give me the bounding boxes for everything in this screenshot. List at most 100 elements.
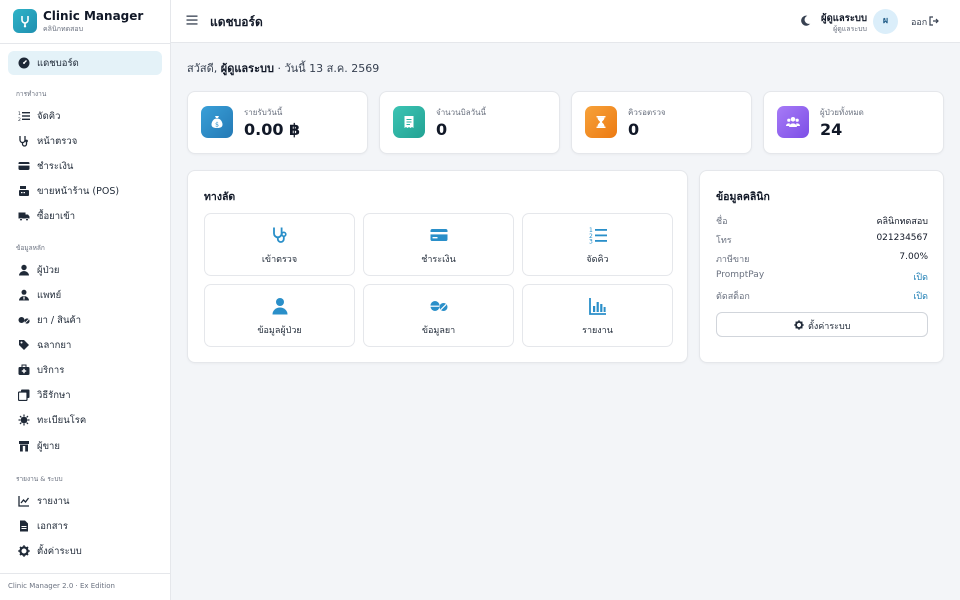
logout-button[interactable]: ออก — [911, 15, 951, 28]
sidebar-item-label: ผู้ป่วย — [37, 265, 60, 276]
ordered-list-icon: 123 — [589, 227, 607, 245]
sidebar-item-queue[interactable]: 12 จัดคิว — [18, 108, 163, 124]
user-icon — [19, 264, 29, 276]
svg-text:1: 1 — [18, 111, 21, 117]
svg-text:3: 3 — [589, 239, 593, 245]
sidebar-item-label: ตั้งค่าระบบ — [37, 546, 82, 557]
nav-section-operations: การทำงาน — [16, 90, 47, 98]
sidebar-item-label: วิธีรักษา — [37, 390, 71, 401]
stat-card-total-patients: ผู้ป่วยทั้งหมด 24 — [763, 91, 944, 154]
truck-icon — [18, 212, 30, 222]
sidebar-item-services[interactable]: บริการ — [18, 362, 163, 378]
system-settings-button[interactable]: ตั้งค่าระบบ — [716, 312, 928, 337]
sidebar-item-reports[interactable]: รายงาน — [18, 493, 163, 509]
sidebar-item-dashboard-content[interactable]: แดชบอร์ด — [18, 55, 163, 71]
info-key: ตัดสต็อก — [716, 292, 750, 302]
stat-value: 0 — [436, 120, 448, 139]
stat-label: ผู้ป่วยทั้งหมด — [820, 108, 864, 117]
info-value-status: เปิด — [913, 292, 928, 302]
sidebar-item-pos[interactable]: ขายหน้าร้าน (POS) — [18, 183, 163, 199]
shortcut-payment[interactable]: ชำระเงิน — [363, 213, 514, 276]
sidebar: Clinic Manager คลินิกทดสอบ แดชบอร์ด การท… — [0, 0, 171, 600]
avatar[interactable]: ผ — [873, 9, 898, 34]
sidebar-item-drugs[interactable]: ยา / สินค้า — [18, 312, 163, 328]
shortcut-label: รายงาน — [582, 326, 613, 336]
sidebar-item-diseases[interactable]: ทะเบียนโรค — [18, 412, 163, 428]
greeting-user-name: ผู้ดูแลระบบ — [220, 62, 274, 75]
sidebar-item-drug-labels[interactable]: ฉลากยา — [18, 337, 163, 353]
sidebar-item-documents[interactable]: เอกสาร — [18, 518, 163, 534]
user-icon — [272, 298, 288, 315]
clinic-logo-icon — [13, 9, 37, 33]
shortcut-patient-data[interactable]: ข้อมูลผู้ป่วย — [204, 284, 355, 347]
stat-label: จำนวนบิลวันนี้ — [436, 108, 487, 117]
stat-card-revenue-today: $ รายรับวันนี้ 0.00 ฿ — [187, 91, 368, 154]
sidebar-item-label: แดชบอร์ด — [37, 58, 79, 69]
sidebar-item-label: ทะเบียนโรค — [37, 415, 87, 426]
cash-register-icon — [19, 186, 29, 196]
sidebar-item-label: รายงาน — [37, 496, 70, 507]
info-key: ชื่อ — [716, 217, 728, 227]
shortcut-label: เข้าตรวจ — [261, 255, 298, 265]
greeting-prefix: สวัสดี, — [187, 62, 221, 75]
info-key: โทร — [716, 236, 732, 246]
medkit-icon — [18, 364, 30, 375]
sidebar-item-purchase[interactable]: ซื้อยาเข้า — [18, 208, 163, 224]
nav-section-master-data: ข้อมูลหลัก — [16, 244, 45, 252]
users-icon — [777, 106, 809, 138]
shortcut-examination[interactable]: เข้าตรวจ — [204, 213, 355, 276]
stat-value: 24 — [820, 120, 843, 139]
sidebar-item-label: ยา / สินค้า — [37, 315, 82, 326]
panel-title: ข้อมูลคลินิก — [716, 191, 770, 203]
bar-chart-icon — [589, 298, 606, 315]
virus-icon — [18, 414, 30, 426]
divider — [0, 43, 171, 44]
stat-value: 0 — [628, 120, 640, 139]
info-row-promptpay: PromptPay เปิด — [716, 270, 928, 284]
info-value: 7.00% — [899, 252, 928, 262]
sidebar-item-label: ชำระเงิน — [37, 161, 74, 172]
document-icon — [20, 520, 28, 532]
divider — [0, 573, 171, 574]
ordered-list-icon: 12 — [18, 111, 30, 122]
sidebar-item-payment[interactable]: ชำระเงิน — [18, 158, 163, 174]
pills-icon — [430, 301, 448, 311]
sidebar-item-label: เอกสาร — [37, 521, 68, 532]
gear-icon — [18, 545, 30, 557]
logout-label: ออก — [911, 18, 928, 28]
info-row-phone: โทร 021234567 — [716, 233, 928, 247]
dashboard-gauge-icon — [18, 57, 30, 69]
settings-button-label: ตั้งค่าระบบ — [808, 322, 851, 332]
sidebar-item-examination[interactable]: หน้าตรวจ — [18, 133, 163, 149]
shortcut-reports[interactable]: รายงาน — [522, 284, 673, 347]
greeting: สวัสดี, ผู้ดูแลระบบ · วันนี้ 13 ส.ค. 256… — [187, 59, 379, 77]
nav-section-reports-system: รายงาน & ระบบ — [16, 475, 63, 483]
sidebar-item-treatments[interactable]: วิธีรักษา — [18, 387, 163, 403]
sidebar-item-vendors[interactable]: ผู้ขาย — [18, 438, 163, 454]
pills-icon — [18, 317, 30, 324]
topbar: แดชบอร์ด ผู้ดูแลระบบ ผู้ดูแลระบบ ผ ออก — [171, 0, 960, 43]
dark-mode-toggle-icon[interactable] — [800, 15, 811, 26]
sidebar-item-patients[interactable]: ผู้ป่วย — [18, 262, 163, 278]
brand[interactable]: Clinic Manager คลินิกทดสอบ — [13, 9, 163, 35]
sidebar-item-doctors[interactable]: แพทย์ — [18, 287, 163, 303]
shortcut-label: ข้อมูลยา — [421, 326, 456, 336]
info-row-name: ชื่อ คลินิกทดสอบ — [716, 214, 928, 228]
shortcuts-panel: ทางลัด เข้าตรวจ ชำระเงิน 123 จัดคิว ข้อม… — [187, 170, 688, 363]
sidebar-item-label: บริการ — [37, 365, 65, 376]
stat-label: คิวรอตรวจ — [628, 108, 666, 117]
hourglass-icon — [585, 106, 617, 138]
hamburger-menu-icon[interactable] — [186, 14, 198, 26]
stat-label: รายรับวันนี้ — [244, 108, 283, 117]
doctor-icon — [19, 289, 29, 301]
stat-card-bills-today: จำนวนบิลวันนี้ 0 — [379, 91, 560, 154]
sidebar-item-settings[interactable]: ตั้งค่าระบบ — [18, 543, 163, 559]
shortcut-queue[interactable]: 123 จัดคิว — [522, 213, 673, 276]
shortcut-drug-data[interactable]: ข้อมูลยา — [363, 284, 514, 347]
info-value-status: เปิด — [913, 273, 928, 283]
sidebar-item-label: ฉลากยา — [37, 340, 72, 351]
sidebar-item-label: จัดคิว — [37, 111, 61, 122]
sidebar-item-label: ผู้ขาย — [37, 441, 60, 452]
info-row-vat: ภาษีขาย 7.00% — [716, 252, 928, 266]
greeting-date: · วันนี้ 13 ส.ค. 2569 — [273, 62, 380, 75]
